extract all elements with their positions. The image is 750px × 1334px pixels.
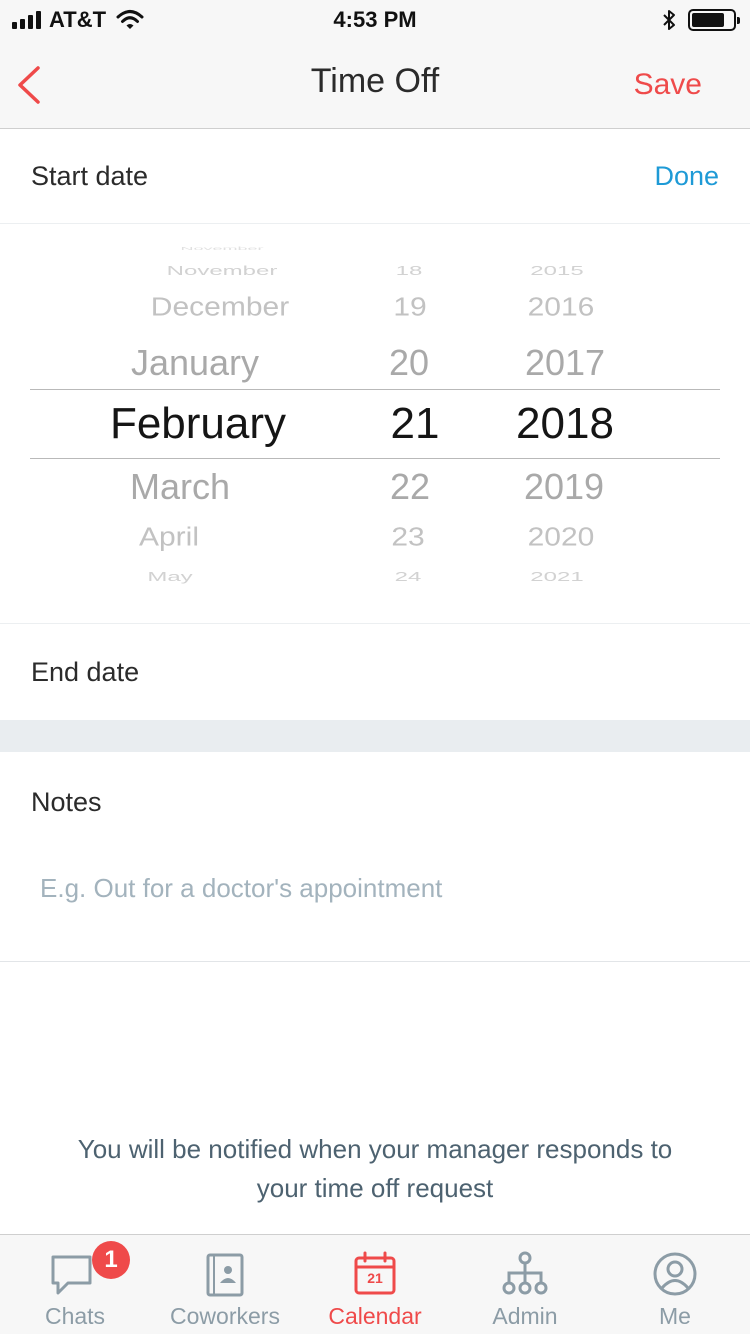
done-button[interactable]: Done: [654, 161, 719, 192]
save-button[interactable]: Save: [634, 68, 702, 102]
picker-year-option[interactable]: 2021: [530, 569, 583, 584]
notes-section: Notes: [0, 752, 750, 962]
picker-month-selected[interactable]: February: [110, 399, 286, 449]
unread-badge: 1: [92, 1241, 130, 1279]
picker-year-option[interactable]: 2017: [525, 342, 605, 384]
profile-icon: [653, 1252, 697, 1296]
picker-year-option[interactable]: 2015: [530, 263, 583, 278]
picker-day-option[interactable]: 23: [391, 523, 424, 552]
tab-label: Calendar: [328, 1303, 422, 1329]
picker-month-option[interactable]: January: [131, 342, 259, 384]
tab-calendar[interactable]: 21 Calendar: [300, 1235, 450, 1334]
status-time: 4:53 PM: [333, 7, 417, 32]
picker-day-option[interactable]: 24: [395, 569, 422, 584]
date-picker[interactable]: November November December January Febru…: [0, 225, 750, 623]
contacts-book-icon: [206, 1253, 244, 1297]
notification-message-line: You will be notified when your manager r…: [77, 1134, 673, 1164]
picker-year-option[interactable]: 2020: [528, 523, 595, 552]
tab-chats[interactable]: 1 Chats: [0, 1235, 150, 1334]
start-date-label: Start date: [31, 161, 149, 191]
notification-message-line: your time off request: [256, 1173, 494, 1203]
tab-label: Chats: [44, 1303, 106, 1329]
picker-month-option[interactable]: March: [130, 466, 230, 508]
tab-label: Admin: [492, 1303, 558, 1329]
tab-admin[interactable]: Admin: [450, 1235, 600, 1334]
section-divider: [0, 720, 750, 752]
picker-year-selected[interactable]: 2018: [516, 399, 614, 449]
tab-label: Me: [659, 1303, 691, 1329]
picker-selection-bottom-line: [30, 458, 720, 459]
picker-month-option[interactable]: April: [139, 523, 199, 552]
picker-day-option[interactable]: 22: [390, 466, 430, 508]
calendar-icon-date: 21: [367, 1270, 383, 1286]
status-bar: AT&T 4:53 PM: [0, 0, 750, 40]
chat-bubble-icon: [51, 1255, 92, 1295]
notes-label: Notes: [31, 787, 102, 817]
tab-me[interactable]: Me: [600, 1235, 750, 1334]
battery-icon: [688, 9, 740, 31]
notification-message: You will be notified when your manager r…: [0, 1130, 750, 1208]
org-chart-icon: [502, 1251, 548, 1295]
status-right: [662, 8, 740, 32]
picker-day-option[interactable]: 20: [389, 342, 429, 384]
picker-day-option[interactable]: 18: [396, 263, 423, 278]
notes-input[interactable]: [40, 868, 700, 908]
tab-coworkers[interactable]: Coworkers: [150, 1235, 300, 1334]
picker-month-option[interactable]: December: [151, 293, 289, 322]
picker-day-selected[interactable]: 21: [391, 399, 440, 449]
end-date-row[interactable]: End date: [0, 623, 750, 720]
picker-month-option[interactable]: May: [147, 569, 192, 584]
tab-label: Coworkers: [170, 1303, 280, 1329]
picker-selection-top-line: [30, 389, 720, 390]
tab-bar: 1 Chats Coworkers 21 Calendar Admin Me: [0, 1234, 750, 1334]
picker-month-option[interactable]: November: [167, 263, 278, 278]
picker-month-option[interactable]: November: [180, 246, 263, 251]
picker-day-option[interactable]: 19: [393, 293, 426, 322]
picker-year-option[interactable]: 2019: [524, 466, 604, 508]
bluetooth-icon: [663, 10, 675, 30]
nav-bar: Time Off Save: [0, 40, 750, 129]
picker-year-option[interactable]: 2016: [528, 293, 595, 322]
start-date-row[interactable]: Start date Done: [0, 130, 750, 224]
end-date-label: End date: [31, 657, 140, 687]
